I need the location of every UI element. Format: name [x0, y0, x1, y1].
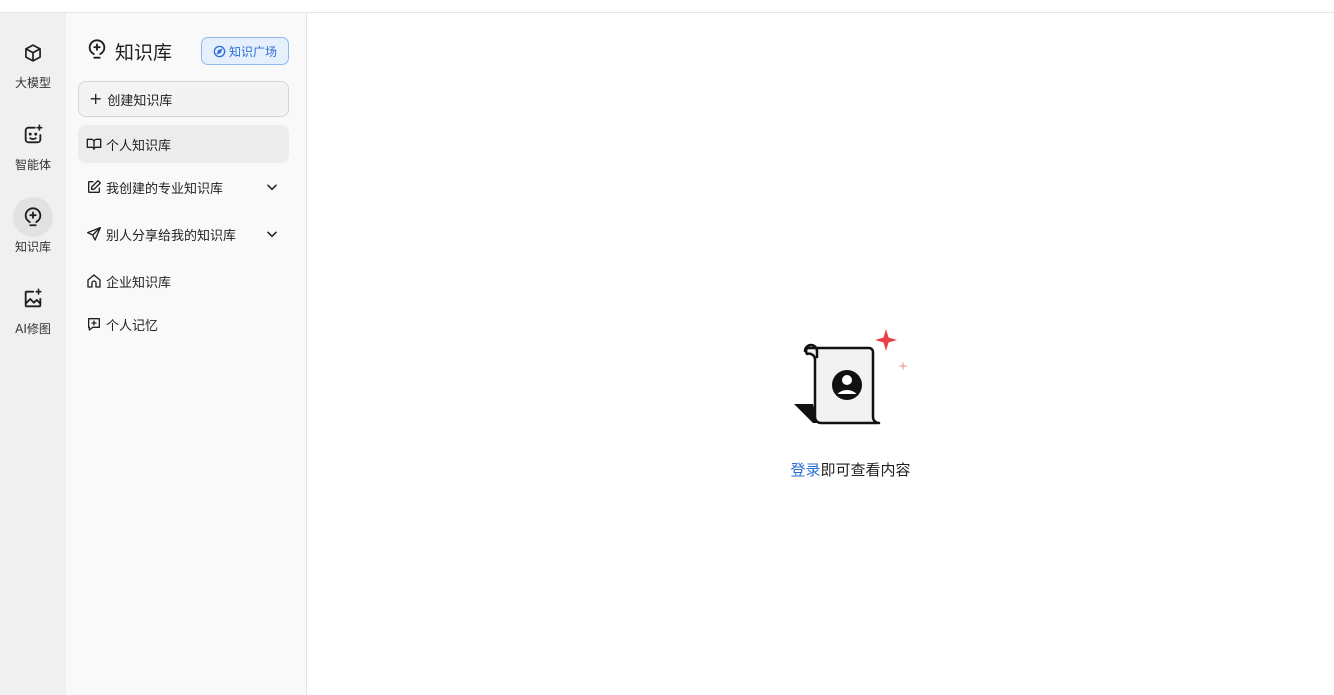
rail-label: 知识库 [14, 240, 51, 254]
send-icon [86, 226, 102, 242]
rail-item-models[interactable]: 大模型 [0, 33, 66, 103]
rail-label: AI修图 [15, 322, 51, 336]
nav-item-personal-memory[interactable]: 个人记忆 [78, 305, 289, 343]
rail-label: 大模型 [14, 76, 51, 90]
nav-item-shared-with-me[interactable]: 别人分享给我的知识库 [78, 215, 289, 253]
profile-scroll-illustration [794, 329, 908, 425]
cube-icon [13, 33, 53, 73]
rail-item-agents[interactable]: 智能体 [0, 115, 66, 185]
nav-item-enterprise[interactable]: 企业知识库 [78, 262, 289, 300]
nav-label: 个人知识库 [106, 138, 172, 154]
panel-header: 知识库 [86, 37, 172, 65]
agent-face-icon [13, 115, 53, 155]
nav-item-my-professional[interactable]: 我创建的专业知识库 [78, 168, 289, 206]
rail-item-ai-edit[interactable]: AI修图 [0, 279, 66, 349]
chevron-down-icon[interactable] [265, 180, 279, 194]
plus-icon: + [89, 89, 103, 108]
book-icon [86, 136, 102, 152]
nav-rail: 大模型 智能体 知识库 AI修图 [0, 13, 66, 695]
nav-item-personal[interactable]: 个人知识库 [78, 125, 289, 163]
lightbulb-icon [13, 197, 53, 237]
nav-label: 我创建的专业知识库 [106, 181, 224, 197]
lightbulb-icon [86, 37, 108, 65]
main-content: 登录即可查看内容 [307, 13, 1334, 695]
edit-icon [86, 179, 102, 195]
home-icon [86, 273, 102, 289]
panel-title: 知识库 [115, 41, 173, 64]
knowledge-plaza-button[interactable]: 知识广场 [201, 37, 289, 65]
chevron-down-icon[interactable] [265, 227, 279, 241]
compass-icon [213, 45, 226, 57]
sparkle-icon [875, 329, 897, 351]
create-knowledge-button[interactable]: + 创建知识库 [78, 81, 289, 117]
create-label: 创建知识库 [107, 93, 173, 109]
login-link[interactable]: 登录 [790, 461, 820, 479]
plaza-label: 知识广场 [228, 44, 277, 59]
nav-label: 企业知识库 [106, 275, 172, 291]
rail-label: 智能体 [14, 158, 51, 172]
top-bar [0, 0, 1334, 13]
knowledge-panel: 知识库 知识广场 + 创建知识库 个人知识库 我创建的专业知识库 别人分享给我的… [66, 13, 307, 695]
empty-state-message: 登录即可查看内容 [307, 459, 1334, 480]
nav-label: 别人分享给我的知识库 [106, 228, 237, 244]
sparkle-small-icon [898, 361, 908, 371]
memory-icon [86, 316, 102, 332]
empty-message-text: 即可查看内容 [820, 461, 911, 479]
image-sparkle-icon [13, 279, 53, 319]
nav-label: 个人记忆 [106, 318, 159, 334]
rail-item-knowledge[interactable]: 知识库 [0, 197, 66, 267]
